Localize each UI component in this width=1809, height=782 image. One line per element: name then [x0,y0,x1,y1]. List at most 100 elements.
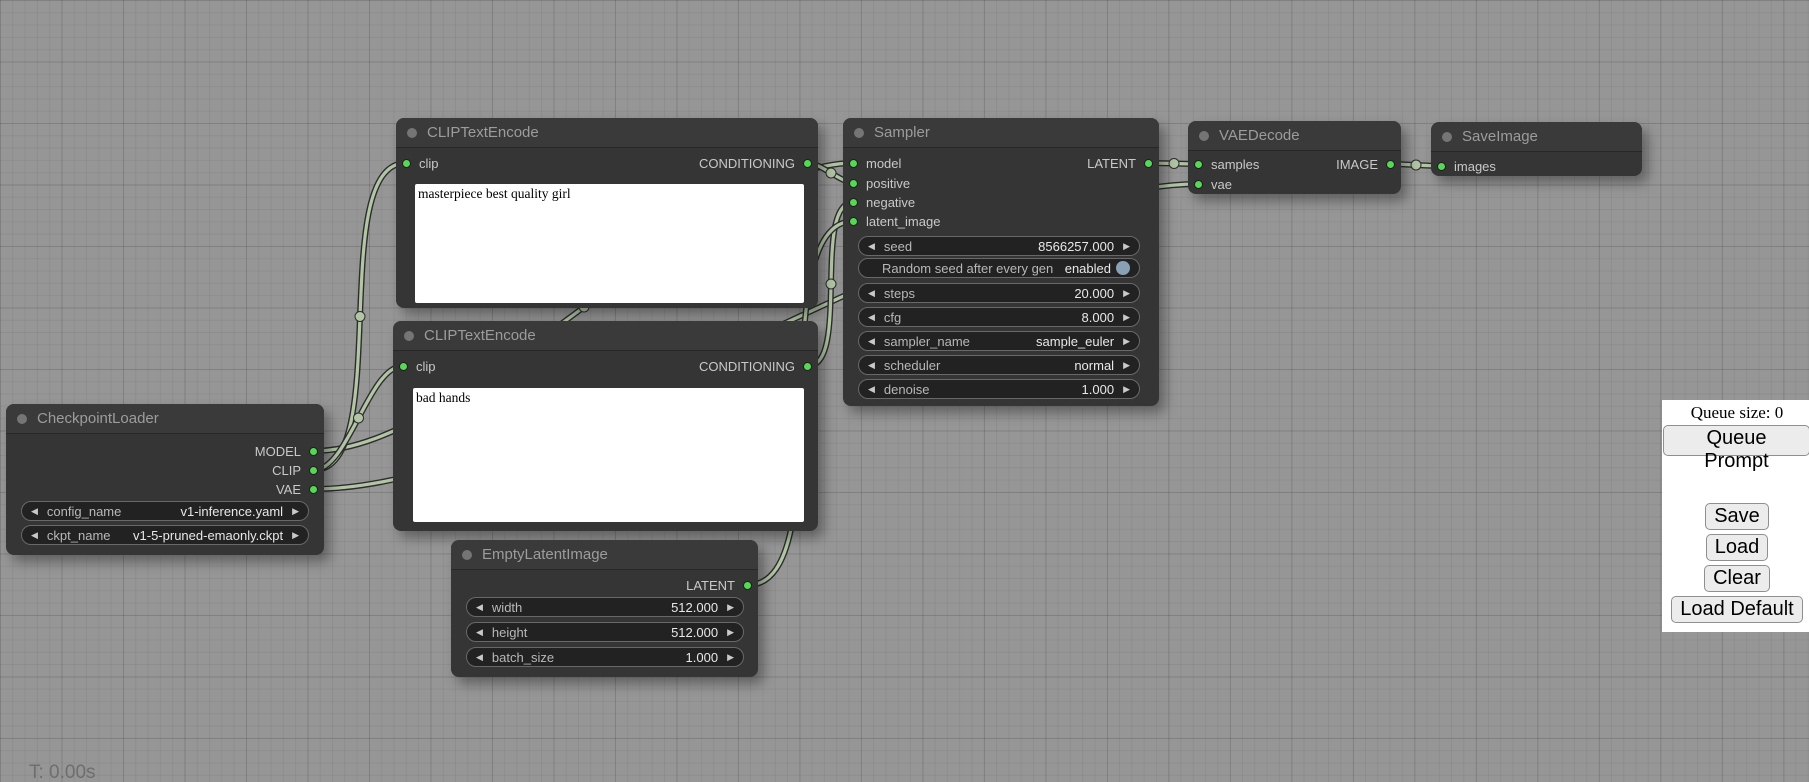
collapse-dot-icon[interactable] [1199,131,1209,141]
widget-batch-size[interactable]: ◀ batch_size 1.000 ▶ [466,647,744,667]
comfy-menu-panel[interactable]: Queue size: 0 Queue Prompt Save Load Cle… [1662,400,1809,632]
input-label: latent_image [866,214,940,229]
collapse-dot-icon[interactable] [854,128,864,138]
node-saveimage[interactable]: SaveImage images [1431,122,1642,176]
widget-config-name[interactable]: ◀ config_name v1-inference.yaml ▶ [21,501,309,521]
output-port-clip[interactable] [309,466,318,475]
clear-button[interactable]: Clear [1704,565,1770,592]
decrement-arrow-icon[interactable]: ◀ [868,313,875,322]
decrement-arrow-icon[interactable]: ◀ [868,385,875,394]
node-header[interactable]: CLIPTextEncode [393,321,818,351]
output-port-vae[interactable] [309,485,318,494]
increment-arrow-icon[interactable]: ▶ [727,603,734,612]
node-emptylatentimage[interactable]: EmptyLatentImage LATENT ◀ width 512.000 … [451,540,758,677]
output-slot-latent: LATENT [1087,154,1153,172]
link-midpoint-dot [354,413,364,423]
widget-name: height [492,625,527,640]
load-default-button[interactable]: Load Default [1671,596,1802,623]
collapse-dot-icon[interactable] [404,331,414,341]
input-port-images[interactable] [1437,162,1446,171]
decrement-arrow-icon[interactable]: ◀ [31,507,38,516]
toggle-dot-icon[interactable] [1116,261,1130,275]
widget-name: seed [884,239,912,254]
node-vaedecode[interactable]: VAEDecode samples vae IMAGE [1188,121,1401,194]
increment-arrow-icon[interactable]: ▶ [1123,337,1130,346]
save-button[interactable]: Save [1705,503,1769,530]
input-port-latent-image[interactable] [849,217,858,226]
node-header[interactable]: Sampler [843,118,1159,148]
increment-arrow-icon[interactable]: ▶ [1123,242,1130,251]
node-sampler[interactable]: Sampler model positive negative latent_i… [843,118,1159,406]
output-port-conditioning[interactable] [803,159,812,168]
node-header[interactable]: EmptyLatentImage [451,540,758,570]
input-port-vae[interactable] [1194,180,1203,189]
decrement-arrow-icon[interactable]: ◀ [476,653,483,662]
input-port-negative[interactable] [849,198,858,207]
output-label: CONDITIONING [699,156,795,171]
input-port-samples[interactable] [1194,160,1203,169]
widget-seed[interactable]: ◀ seed 8566257.000 ▶ [858,236,1140,256]
node-checkpointloader[interactable]: CheckpointLoader MODEL CLIP VAE ◀ config… [6,404,324,555]
node-header[interactable]: VAEDecode [1188,121,1401,151]
load-button[interactable]: Load [1706,534,1769,561]
widget-name: scheduler [884,358,940,373]
output-port-conditioning[interactable] [803,362,812,371]
collapse-dot-icon[interactable] [1442,132,1452,142]
node-cliptextencode-positive[interactable]: CLIPTextEncode clip CONDITIONING masterp… [396,118,818,308]
output-port-image[interactable] [1386,160,1395,169]
widget-name: ckpt_name [47,528,111,543]
prompt-textarea[interactable]: bad hands [413,388,804,522]
widget-random-seed-toggle[interactable]: Random seed after every gen enabled [858,258,1140,278]
collapse-dot-icon[interactable] [407,128,417,138]
input-port-clip[interactable] [399,362,408,371]
graph-canvas[interactable]: CheckpointLoader MODEL CLIP VAE ◀ config… [0,0,1809,782]
output-slot-clip: CLIP [272,461,318,479]
input-port-clip[interactable] [402,159,411,168]
output-port-model[interactable] [309,447,318,456]
decrement-arrow-icon[interactable]: ◀ [31,531,38,540]
collapse-dot-icon[interactable] [17,414,27,424]
widget-name: sampler_name [884,334,970,349]
widget-name: Random seed after every gen [882,261,1053,276]
widget-value: v1-5-pruned-emaonly.ckpt [133,528,283,543]
decrement-arrow-icon[interactable]: ◀ [476,628,483,637]
widget-denoise[interactable]: ◀ denoise 1.000 ▶ [858,379,1140,399]
node-header[interactable]: CheckpointLoader [6,404,324,434]
increment-arrow-icon[interactable]: ▶ [292,531,299,540]
widget-value: 8566257.000 [1038,239,1114,254]
collapse-dot-icon[interactable] [462,550,472,560]
output-slot-conditioning: CONDITIONING [699,357,812,375]
widget-scheduler[interactable]: ◀ scheduler normal ▶ [858,355,1140,375]
node-header[interactable]: CLIPTextEncode [396,118,818,148]
widget-steps[interactable]: ◀ steps 20.000 ▶ [858,283,1140,303]
widget-value: v1-inference.yaml [180,504,283,519]
output-slot-image: IMAGE [1336,155,1395,173]
node-header[interactable]: SaveImage [1431,122,1642,152]
widget-ckpt-name[interactable]: ◀ ckpt_name v1-5-pruned-emaonly.ckpt ▶ [21,525,309,545]
prompt-textarea[interactable]: masterpiece best quality girl [415,184,804,303]
increment-arrow-icon[interactable]: ▶ [1123,289,1130,298]
decrement-arrow-icon[interactable]: ◀ [868,289,875,298]
increment-arrow-icon[interactable]: ▶ [1123,361,1130,370]
increment-arrow-icon[interactable]: ▶ [727,653,734,662]
output-port-latent[interactable] [1144,159,1153,168]
queue-prompt-button[interactable]: Queue Prompt [1663,425,1809,456]
decrement-arrow-icon[interactable]: ◀ [868,337,875,346]
increment-arrow-icon[interactable]: ▶ [292,507,299,516]
widget-cfg[interactable]: ◀ cfg 8.000 ▶ [858,307,1140,327]
widget-value: 512.000 [671,625,718,640]
decrement-arrow-icon[interactable]: ◀ [868,242,875,251]
widget-width[interactable]: ◀ width 512.000 ▶ [466,597,744,617]
increment-arrow-icon[interactable]: ▶ [1123,313,1130,322]
input-port-model[interactable] [849,159,858,168]
widget-sampler-name[interactable]: ◀ sampler_name sample_euler ▶ [858,331,1140,351]
input-port-positive[interactable] [849,179,858,188]
input-slot-model: model [849,154,901,172]
increment-arrow-icon[interactable]: ▶ [1123,385,1130,394]
decrement-arrow-icon[interactable]: ◀ [868,361,875,370]
node-cliptextencode-negative[interactable]: CLIPTextEncode clip CONDITIONING bad han… [393,321,818,531]
widget-height[interactable]: ◀ height 512.000 ▶ [466,622,744,642]
output-port-latent[interactable] [743,581,752,590]
decrement-arrow-icon[interactable]: ◀ [476,603,483,612]
increment-arrow-icon[interactable]: ▶ [727,628,734,637]
